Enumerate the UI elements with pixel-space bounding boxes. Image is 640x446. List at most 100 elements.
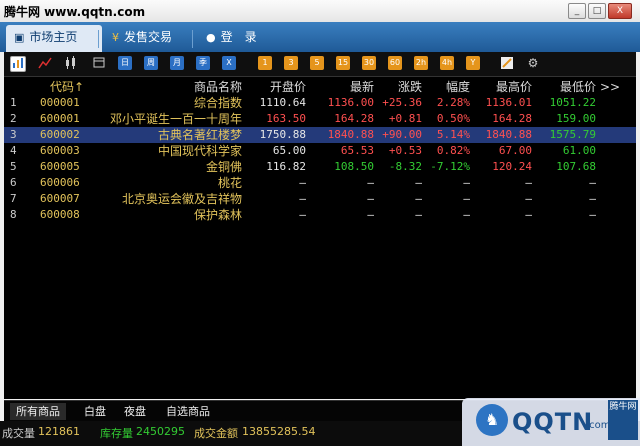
row-low: —	[589, 176, 596, 189]
table-row[interactable]: 1 000001 综合指数 1110.64 1136.00 +25.36 2.2…	[4, 95, 636, 111]
row-index: 1	[10, 96, 17, 109]
col-change-header[interactable]: 涨跌	[376, 79, 422, 95]
tab-all-goods[interactable]: 所有商品	[10, 403, 66, 420]
table-row[interactable]: 6 600006 桃花 — — — — — —	[4, 175, 636, 191]
minimize-button[interactable]: _	[568, 3, 586, 19]
row-code: 000001	[40, 96, 80, 109]
close-button[interactable]: X	[608, 3, 632, 19]
tab-label: 市场主页	[29, 30, 78, 44]
tab-issue-trade[interactable]: ¥ 发售交易	[104, 25, 200, 52]
table-row[interactable]: 5 600005 金铜佛 116.82 108.50 -8.32 -7.12% …	[4, 159, 636, 175]
candlestick-icon[interactable]	[64, 56, 78, 70]
row-change: +0.53	[388, 144, 422, 157]
settings-gear-icon[interactable]: ⚙	[526, 56, 540, 70]
row-index: 6	[10, 176, 17, 189]
period-15min-button[interactable]: 15	[336, 56, 350, 70]
row-code: 600005	[40, 160, 80, 173]
tab-watchlist[interactable]: 自选商品	[160, 403, 216, 420]
amount-label: 成交金额	[194, 427, 238, 440]
row-open: —	[299, 192, 306, 205]
row-percent: 0.82%	[436, 144, 470, 157]
period-month-button[interactable]: 月	[170, 56, 184, 70]
draw-tool-icon[interactable]	[500, 56, 514, 70]
watermark-tag: 腾牛网	[608, 400, 638, 440]
period-year-button[interactable]: Y	[466, 56, 480, 70]
row-low: —	[589, 192, 596, 205]
period-4h-button[interactable]: 4h	[440, 56, 454, 70]
row-percent: 2.28%	[436, 96, 470, 109]
table-row[interactable]: 7 600007 北京奥运会徽及吉祥物 — — — — — —	[4, 191, 636, 207]
table-row[interactable]: 2 600001 邓小平诞生一百一十周年 163.50 164.28 +0.81…	[4, 111, 636, 127]
row-high: 120.24	[492, 160, 532, 173]
user-icon: ●	[206, 31, 216, 44]
row-low: 159.00	[556, 112, 596, 125]
tab-label: 登 录	[220, 30, 257, 44]
row-code: 600003	[40, 144, 80, 157]
row-low: —	[589, 208, 596, 221]
col-percent-header[interactable]: 幅度	[424, 79, 470, 95]
row-high: 164.28	[492, 112, 532, 125]
calendar-icon[interactable]	[92, 56, 106, 70]
row-name: 古典名著红楼梦	[157, 128, 242, 142]
tab-market-home[interactable]: ▣ 市场主页	[6, 25, 102, 52]
row-index: 5	[10, 160, 17, 173]
col-low-header[interactable]: 最低价	[536, 79, 596, 95]
period-1min-button[interactable]: 1	[258, 56, 272, 70]
stock-value: 2450295	[136, 425, 185, 438]
row-high: —	[525, 192, 532, 205]
row-name: 邓小平诞生一百一十周年	[109, 112, 242, 126]
period-60min-button[interactable]: 60	[388, 56, 402, 70]
col-open-header[interactable]: 开盘价	[244, 79, 306, 95]
row-low: 1575.79	[549, 128, 596, 141]
period-quarter-button[interactable]: 季	[196, 56, 210, 70]
chart-toolbar: 日 周 月 季 X 1 3 5 15 30 60 2h 4h Y ⚙	[4, 52, 636, 77]
col-name-header[interactable]: 商品名称	[100, 79, 242, 95]
period-2h-button[interactable]: 2h	[414, 56, 428, 70]
more-columns-button[interactable]: >>	[600, 79, 622, 95]
row-open: —	[299, 208, 306, 221]
row-change: —	[415, 192, 422, 205]
row-code: 600001	[40, 112, 80, 125]
row-change: -8.32	[388, 160, 422, 173]
row-high: —	[525, 208, 532, 221]
table-row[interactable]: 4 600003 中国现代科学家 65.00 65.53 +0.53 0.82%…	[4, 143, 636, 159]
row-name: 综合指数	[193, 96, 242, 110]
row-percent: 0.50%	[436, 112, 470, 125]
period-x-button[interactable]: X	[222, 56, 236, 70]
row-open: 116.82	[266, 160, 306, 173]
row-high: 1840.88	[485, 128, 532, 141]
line-chart-icon[interactable]	[38, 56, 52, 70]
tab-night-session[interactable]: 夜盘	[118, 403, 152, 420]
table-row[interactable]: 8 600008 保护森林 — — — — — —	[4, 207, 636, 223]
row-change: —	[415, 176, 422, 189]
tab-divider	[98, 30, 99, 48]
bar-chart-icon[interactable]	[10, 56, 26, 72]
col-high-header[interactable]: 最高价	[472, 79, 532, 95]
row-last: 164.28	[334, 112, 374, 125]
tab-day-session[interactable]: 白盘	[78, 403, 112, 420]
row-name: 北京奥运会徽及吉祥物	[121, 192, 242, 206]
row-code: 600002	[40, 128, 80, 141]
row-open: —	[299, 176, 306, 189]
row-last: —	[367, 176, 374, 189]
period-5min-button[interactable]: 5	[310, 56, 324, 70]
row-index: 7	[10, 192, 17, 205]
row-open: 1750.88	[259, 128, 306, 141]
maximize-button[interactable]: □	[588, 3, 606, 19]
period-day-button[interactable]: 日	[118, 56, 132, 70]
tab-login[interactable]: ● 登 录	[198, 25, 284, 52]
row-high: —	[525, 176, 532, 189]
period-3min-button[interactable]: 3	[284, 56, 298, 70]
row-index: 4	[10, 144, 17, 157]
period-30min-button[interactable]: 30	[362, 56, 376, 70]
site-watermark: ♞ QQTN .com 腾牛网	[462, 398, 640, 446]
table-header: 代码↑ 商品名称 开盘价 最新 涨跌 幅度 最高价 最低价 >>	[4, 79, 636, 95]
table-row-selected[interactable]: 3 600002 古典名著红楼梦 1750.88 1840.88 +90.00 …	[4, 127, 636, 143]
row-name: 桃花	[217, 176, 242, 190]
tab-divider	[192, 30, 193, 48]
period-week-button[interactable]: 周	[144, 56, 158, 70]
row-change: +0.81	[388, 112, 422, 125]
row-change: +25.36	[382, 96, 422, 109]
row-open: 1110.64	[259, 96, 306, 109]
col-last-header[interactable]: 最新	[308, 79, 374, 95]
